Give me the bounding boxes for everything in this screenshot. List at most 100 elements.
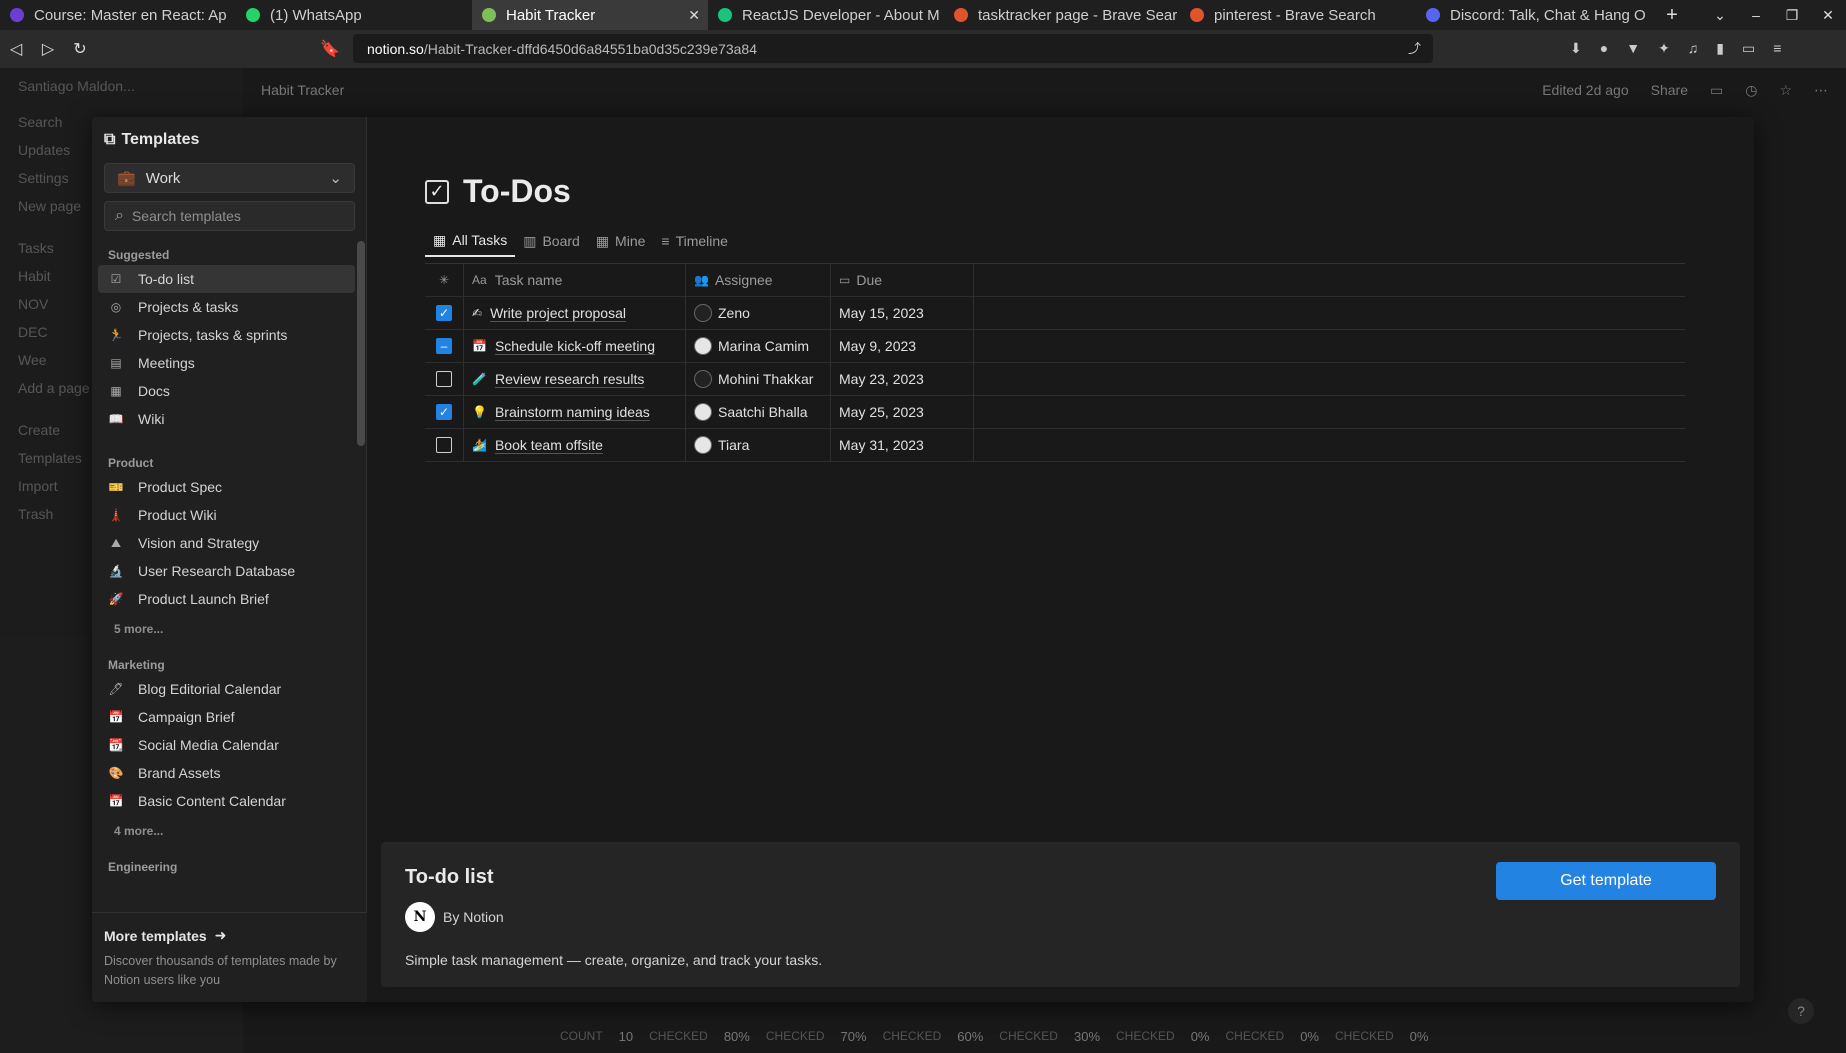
view-tab[interactable]: ≡ Timeline bbox=[653, 225, 736, 257]
more-icon[interactable]: ⋯ bbox=[1814, 82, 1828, 99]
browser-tab[interactable]: tasktracker page - Brave Sear bbox=[944, 0, 1180, 30]
maximize-icon[interactable]: ❐ bbox=[1774, 7, 1810, 24]
help-icon[interactable]: ? bbox=[1788, 998, 1814, 1024]
browser-tab[interactable]: ReactJS Developer - About M bbox=[708, 0, 944, 30]
assignee-cell[interactable]: Saatchi Bhalla bbox=[686, 395, 831, 429]
task-cell[interactable]: 🏄 Book team offsite bbox=[464, 428, 686, 462]
favicon-icon bbox=[246, 8, 260, 22]
template-item[interactable]: 🖊 Blog Editorial Calendar bbox=[98, 675, 355, 703]
footer-calc: CHECKED bbox=[649, 1029, 708, 1043]
task-cell[interactable]: 🧪 Review research results bbox=[464, 362, 686, 396]
wallet-icon[interactable]: ▭ bbox=[1742, 40, 1755, 57]
comment-icon[interactable]: ▭ bbox=[1710, 82, 1723, 99]
template-item[interactable]: ☑ To-do list bbox=[98, 265, 355, 293]
star-icon[interactable]: ☆ bbox=[1779, 82, 1792, 99]
menu-icon[interactable]: ≡ bbox=[1773, 40, 1781, 57]
task-checkbox[interactable] bbox=[436, 437, 452, 453]
address-bar[interactable]: notion.so /Habit-Tracker-dffd6450d6a8455… bbox=[353, 34, 1433, 63]
task-checkbox[interactable]: ✓ bbox=[436, 404, 452, 420]
view-tab[interactable]: ▦ Mine bbox=[588, 225, 654, 257]
view-tabs: ▦ All Tasks ▥ Board ▦ Mine ≡ Timeline bbox=[425, 225, 736, 257]
clock-icon[interactable]: ◷ bbox=[1745, 82, 1757, 99]
tab-title: ReactJS Developer - About M bbox=[742, 6, 940, 24]
browser-tab[interactable]: Course: Master en React: Ap bbox=[0, 0, 236, 30]
task-checkbox[interactable] bbox=[436, 371, 452, 387]
template-item[interactable]: 🚀 Product Launch Brief bbox=[98, 585, 355, 613]
status-header[interactable]: ✳ bbox=[425, 263, 464, 297]
assignee-cell[interactable]: Marina Camim bbox=[686, 329, 831, 363]
back-icon[interactable]: ◁ bbox=[0, 39, 32, 59]
extension-icon[interactable]: ▼ bbox=[1626, 40, 1640, 57]
browser-tab[interactable]: pinterest - Brave Search bbox=[1180, 0, 1416, 30]
template-item-label: Projects & tasks bbox=[138, 299, 239, 315]
template-item[interactable]: 🏃 Projects, tasks & sprints bbox=[98, 321, 355, 349]
browser-tab[interactable]: Discord: Talk, Chat & Hang O bbox=[1416, 0, 1652, 30]
more-link[interactable]: 5 more... bbox=[98, 617, 355, 641]
template-item-label: Social Media Calendar bbox=[138, 737, 279, 753]
share-icon[interactable]: ⤴ bbox=[1408, 38, 1421, 57]
music-icon[interactable]: ♫ bbox=[1688, 40, 1699, 57]
assignee-cell[interactable]: Tiara bbox=[686, 428, 831, 462]
assignee-cell[interactable]: Mohini Thakkar bbox=[686, 362, 831, 396]
workspace-name[interactable]: Santiago Maldon... bbox=[0, 68, 243, 108]
col-due[interactable]: ▭ Due bbox=[831, 263, 974, 297]
template-group-heading: Suggested bbox=[108, 248, 170, 262]
task-cell[interactable]: 💡 Brainstorm naming ideas bbox=[464, 395, 686, 429]
template-item[interactable]: 📆 Social Media Calendar bbox=[98, 731, 355, 759]
get-template-button[interactable]: Get template bbox=[1496, 862, 1716, 900]
due-cell[interactable]: May 25, 2023 bbox=[831, 395, 974, 429]
col-task[interactable]: Aa Task name bbox=[464, 263, 686, 297]
due-cell[interactable]: May 15, 2023 bbox=[831, 296, 974, 330]
extension-icon[interactable]: ⬇ bbox=[1570, 40, 1582, 57]
category-select[interactable]: 💼 Work ⌄ bbox=[104, 163, 355, 193]
browser-tab[interactable]: (1) WhatsApp bbox=[236, 0, 472, 30]
browser-tab[interactable]: Habit Tracker ✕ bbox=[472, 0, 708, 30]
scrollbar[interactable] bbox=[357, 241, 365, 446]
more-link[interactable]: 4 more... bbox=[98, 819, 355, 843]
search-input[interactable] bbox=[131, 208, 332, 224]
avatar bbox=[694, 403, 712, 421]
new-tab-icon[interactable]: + bbox=[1652, 4, 1692, 27]
template-item[interactable]: 🎨 Brand Assets bbox=[98, 759, 355, 787]
browser-tabbar: Course: Master en React: Ap (1) WhatsApp H… bbox=[0, 0, 1846, 30]
sidebar-icon[interactable]: ▮ bbox=[1716, 40, 1724, 57]
template-item[interactable]: ▦ Docs bbox=[98, 377, 355, 405]
forward-icon[interactable]: ▷ bbox=[32, 39, 64, 59]
template-description: Simple task management — create, organiz… bbox=[405, 952, 823, 968]
bookmark-icon[interactable]: 🔖 bbox=[314, 39, 346, 59]
template-search[interactable]: ⌕ bbox=[104, 201, 355, 231]
breadcrumb[interactable]: Habit Tracker bbox=[261, 82, 344, 98]
template-item[interactable]: 🎫 Product Spec bbox=[98, 473, 355, 501]
template-item[interactable]: ▤ Meetings bbox=[98, 349, 355, 377]
due-cell[interactable]: May 23, 2023 bbox=[831, 362, 974, 396]
due-cell[interactable]: May 31, 2023 bbox=[831, 428, 974, 462]
task-cell[interactable]: ✍ Write project proposal bbox=[464, 296, 686, 330]
due-cell[interactable]: May 9, 2023 bbox=[831, 329, 974, 363]
template-item[interactable]: 📖 Wiki bbox=[98, 405, 355, 433]
puzzle-icon[interactable]: ✦ bbox=[1658, 40, 1670, 57]
extension-icon[interactable]: ● bbox=[1600, 40, 1608, 57]
task-cell[interactable]: 📅 Schedule kick-off meeting bbox=[464, 329, 686, 363]
close-tab-icon[interactable]: ✕ bbox=[688, 7, 700, 24]
template-item[interactable]: 📅 Campaign Brief bbox=[98, 703, 355, 731]
task-checkbox[interactable]: ✓ bbox=[436, 305, 452, 321]
col-assignee[interactable]: 👥 Assignee bbox=[686, 263, 831, 297]
minimize-icon[interactable]: – bbox=[1738, 7, 1774, 24]
template-item[interactable]: ◎ Projects & tasks bbox=[98, 293, 355, 321]
more-templates[interactable]: More templates ➜ Discover thousands of t… bbox=[92, 912, 367, 1002]
template-item[interactable]: 🗼 Product Wiki bbox=[98, 501, 355, 529]
reload-icon[interactable]: ↻ bbox=[64, 39, 96, 59]
task-table: ✳ Aa Task name 👥 Assignee ▭ Due ✓ ✍ Write pro… bbox=[425, 263, 1685, 462]
template-item[interactable]: 🔬 User Research Database bbox=[98, 557, 355, 585]
template-item[interactable]: 📅 Basic Content Calendar bbox=[98, 787, 355, 815]
task-checkbox[interactable]: – bbox=[436, 338, 452, 354]
chevron-down-icon[interactable]: ⌄ bbox=[1702, 7, 1738, 24]
table-row: ✓ ✍ Write project proposal Zeno May 15, 2023 bbox=[425, 296, 1685, 330]
share-button[interactable]: Share bbox=[1651, 82, 1688, 99]
close-window-icon[interactable]: ✕ bbox=[1810, 7, 1846, 24]
template-item[interactable]: ⛰ Vision and Strategy bbox=[98, 529, 355, 557]
briefcase-icon: 💼 bbox=[117, 170, 136, 187]
view-tab[interactable]: ▦ All Tasks bbox=[425, 225, 516, 257]
view-tab[interactable]: ▥ Board bbox=[515, 225, 588, 257]
assignee-cell[interactable]: Zeno bbox=[686, 296, 831, 330]
